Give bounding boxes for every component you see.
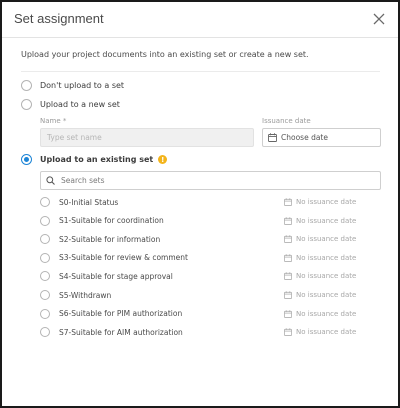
set-radio[interactable] bbox=[40, 290, 50, 300]
set-radio[interactable] bbox=[40, 215, 50, 226]
set-row[interactable]: S2-Suitable for information No issuance d… bbox=[40, 232, 381, 246]
set-issuance-date: No issuance date bbox=[284, 288, 356, 302]
set-issuance-date-text: No issuance date bbox=[296, 272, 357, 281]
set-issuance-date: No issuance date bbox=[284, 325, 356, 339]
dialog-header: Set assignment bbox=[2, 2, 398, 38]
search-sets-placeholder: Search sets bbox=[61, 176, 105, 185]
set-row[interactable]: S4-Suitable for stage approval No issuanc… bbox=[40, 269, 381, 283]
dialog-title: Set assignment bbox=[14, 11, 104, 26]
set-row[interactable]: S6-Suitable for PIM authorization No issu… bbox=[40, 307, 381, 321]
set-issuance-date: No issuance date bbox=[284, 269, 356, 283]
set-radio[interactable] bbox=[40, 327, 50, 338]
set-radio[interactable] bbox=[40, 271, 50, 282]
set-assignment-dialog: Set assignment Upload your project docum… bbox=[0, 0, 400, 408]
name-field-label: Name * bbox=[40, 117, 67, 125]
set-name: S5-Withdrawn bbox=[59, 290, 112, 300]
set-name: S1-Suitable for coordination bbox=[59, 216, 164, 226]
set-row[interactable]: S1-Suitable for coordination No issuance … bbox=[40, 214, 381, 228]
set-row[interactable]: S0-Initial Status No issuance date bbox=[40, 195, 381, 209]
option-existing-set[interactable]: Upload to an existing set ! bbox=[21, 154, 168, 165]
option-new-set-label: Upload to a new set bbox=[40, 100, 120, 109]
search-icon bbox=[46, 176, 55, 185]
radio-dont-upload[interactable] bbox=[21, 80, 32, 91]
calendar-icon bbox=[284, 198, 292, 206]
issuance-date-placeholder: Choose date bbox=[281, 133, 328, 142]
set-issuance-date: No issuance date bbox=[284, 232, 356, 246]
calendar-icon bbox=[284, 216, 292, 225]
set-name: S4-Suitable for stage approval bbox=[59, 271, 173, 281]
set-issuance-date: No issuance date bbox=[284, 214, 356, 228]
set-row[interactable]: S3-Suitable for review & comment No issua… bbox=[40, 251, 381, 265]
set-issuance-date: No issuance date bbox=[284, 307, 356, 321]
issuance-date-field-label: Issuance date bbox=[262, 117, 311, 125]
set-name: S3-Suitable for review & comment bbox=[59, 253, 188, 263]
calendar-icon bbox=[268, 133, 277, 142]
calendar-icon bbox=[284, 291, 292, 299]
option-dont-upload-label: Don't upload to a set bbox=[40, 81, 125, 90]
set-name: S6-Suitable for PIM authorization bbox=[59, 309, 183, 319]
search-sets-input[interactable]: Search sets bbox=[40, 171, 381, 190]
calendar-icon bbox=[284, 254, 292, 262]
divider bbox=[21, 71, 380, 72]
option-new-set[interactable]: Upload to a new set bbox=[21, 99, 120, 110]
radio-new-set[interactable] bbox=[21, 99, 32, 110]
set-issuance-date-text: No issuance date bbox=[296, 328, 357, 337]
set-row[interactable]: S7-Suitable for AIM authorization No issu… bbox=[40, 325, 381, 339]
dialog-intro: Upload your project documents into an ex… bbox=[21, 50, 309, 59]
warning-icon: ! bbox=[158, 155, 168, 164]
calendar-icon bbox=[284, 272, 292, 281]
set-name: S0-Initial Status bbox=[59, 197, 119, 207]
set-radio[interactable] bbox=[40, 308, 50, 319]
close-icon[interactable] bbox=[372, 12, 386, 26]
issuance-date-picker[interactable]: Choose date bbox=[262, 128, 381, 147]
calendar-icon bbox=[284, 309, 292, 318]
set-issuance-date-text: No issuance date bbox=[296, 309, 357, 318]
set-issuance-date-text: No issuance date bbox=[296, 216, 357, 225]
option-dont-upload[interactable]: Don't upload to a set bbox=[21, 80, 124, 91]
set-radio[interactable] bbox=[40, 197, 50, 207]
set-issuance-date-text: No issuance date bbox=[296, 253, 357, 262]
set-issuance-date-text: No issuance date bbox=[296, 291, 357, 299]
set-radio[interactable] bbox=[40, 252, 50, 263]
calendar-icon bbox=[284, 235, 292, 244]
set-issuance-date-text: No issuance date bbox=[296, 235, 357, 244]
set-name-placeholder: Type set name bbox=[47, 133, 102, 142]
set-name: S2-Suitable for information bbox=[59, 234, 161, 244]
set-name: S7-Suitable for AIM authorization bbox=[59, 327, 183, 337]
set-radio[interactable] bbox=[40, 234, 50, 245]
set-issuance-date: No issuance date bbox=[284, 251, 356, 265]
option-existing-set-label: Upload to an existing set bbox=[40, 155, 154, 164]
set-issuance-date-text: No issuance date bbox=[296, 198, 357, 206]
calendar-icon bbox=[284, 328, 292, 337]
set-row[interactable]: S5-Withdrawn No issuance date bbox=[40, 288, 381, 302]
set-name-input[interactable]: Type set name bbox=[40, 128, 254, 147]
radio-existing-set[interactable] bbox=[21, 154, 32, 165]
set-issuance-date: No issuance date bbox=[284, 195, 356, 209]
